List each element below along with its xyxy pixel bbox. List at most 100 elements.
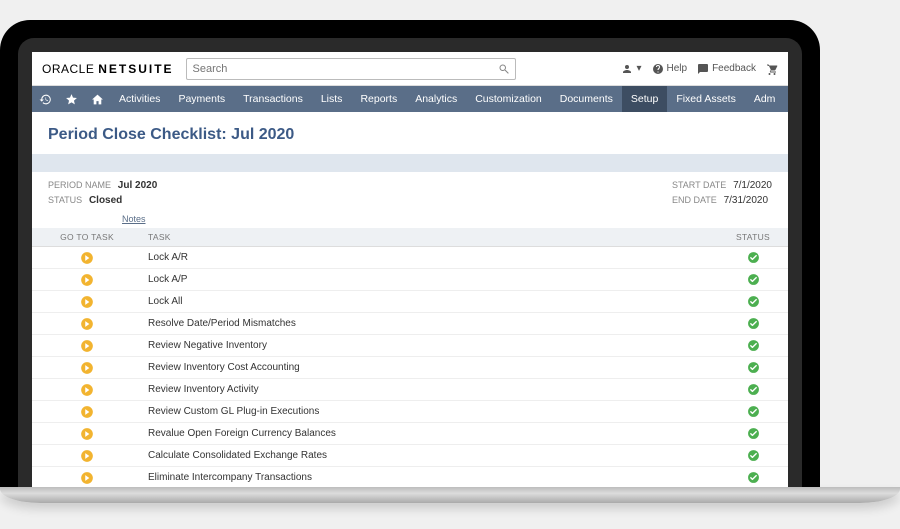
task-name: Lock All [142, 291, 718, 313]
laptop-bezel: ORACLE NETSUITE ▾ Hel [18, 38, 802, 487]
table-row: Review Inventory Cost Accounting [32, 357, 788, 379]
go-arrow-icon [80, 405, 94, 419]
status-label: STATUS [48, 195, 82, 205]
brand-logo: ORACLE NETSUITE [42, 62, 174, 76]
table-row: Revalue Open Foreign Currency Balances [32, 423, 788, 445]
task-status [718, 467, 788, 488]
checklist-table: GO TO TASK TASK STATUS Lock A/RLock A/PL… [32, 228, 788, 487]
cart-icon [766, 63, 778, 75]
laptop-frame: ORACLE NETSUITE ▾ Hel [0, 20, 820, 487]
task-name: Review Inventory Activity [142, 379, 718, 401]
check-ok-icon [747, 361, 760, 374]
nav-item-reports[interactable]: Reports [351, 86, 406, 112]
nav-item-analytics[interactable]: Analytics [406, 86, 466, 112]
check-ok-icon [747, 317, 760, 330]
nav-item-lists[interactable]: Lists [312, 86, 352, 112]
check-ok-icon [747, 251, 760, 264]
task-name: Lock A/R [142, 247, 718, 269]
go-arrow-icon [80, 449, 94, 463]
nav-history-button[interactable] [32, 86, 58, 112]
screen: ORACLE NETSUITE ▾ Hel [32, 52, 788, 487]
task-name: Revalue Open Foreign Currency Balances [142, 423, 718, 445]
check-ok-icon [747, 471, 760, 484]
task-status [718, 379, 788, 401]
topbar: ORACLE NETSUITE ▾ Hel [32, 52, 788, 86]
period-name-label: PERIOD NAME [48, 180, 111, 190]
top-links: ▾ Help Feedback [621, 63, 778, 75]
nav-favorites-button[interactable] [58, 86, 84, 112]
go-to-task-button[interactable] [32, 247, 142, 269]
go-arrow-icon [80, 317, 94, 331]
nav-home-button[interactable] [84, 86, 110, 112]
nav-item-activities[interactable]: Activities [110, 86, 169, 112]
nav-item-customization[interactable]: Customization [466, 86, 551, 112]
go-arrow-icon [80, 295, 94, 309]
cart-button[interactable] [766, 63, 778, 75]
go-arrow-icon [80, 339, 94, 353]
home-icon [91, 93, 104, 106]
table-row: Lock All [32, 291, 788, 313]
col-task: TASK [142, 228, 718, 247]
go-arrow-icon [80, 361, 94, 375]
star-icon [65, 93, 78, 106]
brand-netsuite: NETSUITE [98, 62, 173, 76]
meta-right: START DATE 7/1/2020 END DATE 7/31/2020 [672, 180, 772, 210]
go-arrow-icon [80, 471, 94, 485]
task-name: Review Inventory Cost Accounting [142, 357, 718, 379]
go-to-task-button[interactable] [32, 379, 142, 401]
task-status [718, 247, 788, 269]
check-ok-icon [747, 295, 760, 308]
nav-item-adm[interactable]: Adm [745, 86, 785, 112]
nav-item-fixed-assets[interactable]: Fixed Assets [667, 86, 745, 112]
start-date-label: START DATE [672, 180, 726, 190]
task-status [718, 335, 788, 357]
go-to-task-button[interactable] [32, 357, 142, 379]
period-meta: PERIOD NAME Jul 2020 STATUS Closed START… [32, 172, 788, 214]
help-link[interactable]: Help [652, 63, 688, 75]
go-to-task-button[interactable] [32, 401, 142, 423]
task-name: Resolve Date/Period Mismatches [142, 313, 718, 335]
page-title: Period Close Checklist: Jul 2020 [32, 112, 788, 154]
task-name: Review Negative Inventory [142, 335, 718, 357]
go-arrow-icon [80, 383, 94, 397]
main-nav: ActivitiesPaymentsTransactionsListsRepor… [32, 86, 788, 112]
meta-left: PERIOD NAME Jul 2020 STATUS Closed [48, 180, 157, 210]
check-ok-icon [747, 273, 760, 286]
go-arrow-icon [80, 251, 94, 265]
go-to-task-button[interactable] [32, 313, 142, 335]
nav-item-documents[interactable]: Documents [551, 86, 622, 112]
check-ok-icon [747, 427, 760, 440]
nav-item-transactions[interactable]: Transactions [234, 86, 312, 112]
notes-link[interactable]: Notes [32, 214, 788, 228]
table-row: Review Custom GL Plug-in Executions [32, 401, 788, 423]
task-status [718, 401, 788, 423]
nav-item-payments[interactable]: Payments [169, 86, 234, 112]
search-wrap [186, 58, 516, 80]
title-band [32, 154, 788, 172]
go-to-task-button[interactable] [32, 423, 142, 445]
table-header-row: GO TO TASK TASK STATUS [32, 228, 788, 247]
table-row: Calculate Consolidated Exchange Rates [32, 445, 788, 467]
go-to-task-button[interactable] [32, 291, 142, 313]
search-input[interactable] [186, 58, 516, 80]
chevron-down-icon: ▾ [636, 63, 641, 74]
role-menu[interactable]: ▾ [621, 63, 641, 75]
go-to-task-button[interactable] [32, 335, 142, 357]
feedback-link[interactable]: Feedback [697, 63, 756, 75]
table-row: Lock A/R [32, 247, 788, 269]
go-to-task-button[interactable] [32, 467, 142, 488]
help-icon [652, 63, 664, 75]
search-icon [498, 63, 510, 75]
end-date-label: END DATE [672, 195, 717, 205]
go-arrow-icon [80, 427, 94, 441]
status-value: Closed [89, 195, 122, 206]
table-row: Review Negative Inventory [32, 335, 788, 357]
col-status: STATUS [718, 228, 788, 247]
go-to-task-button[interactable] [32, 269, 142, 291]
nav-item-setup[interactable]: Setup [622, 86, 667, 112]
task-name: Eliminate Intercompany Transactions [142, 467, 718, 488]
task-status [718, 313, 788, 335]
check-ok-icon [747, 405, 760, 418]
table-row: Review Inventory Activity [32, 379, 788, 401]
go-to-task-button[interactable] [32, 445, 142, 467]
